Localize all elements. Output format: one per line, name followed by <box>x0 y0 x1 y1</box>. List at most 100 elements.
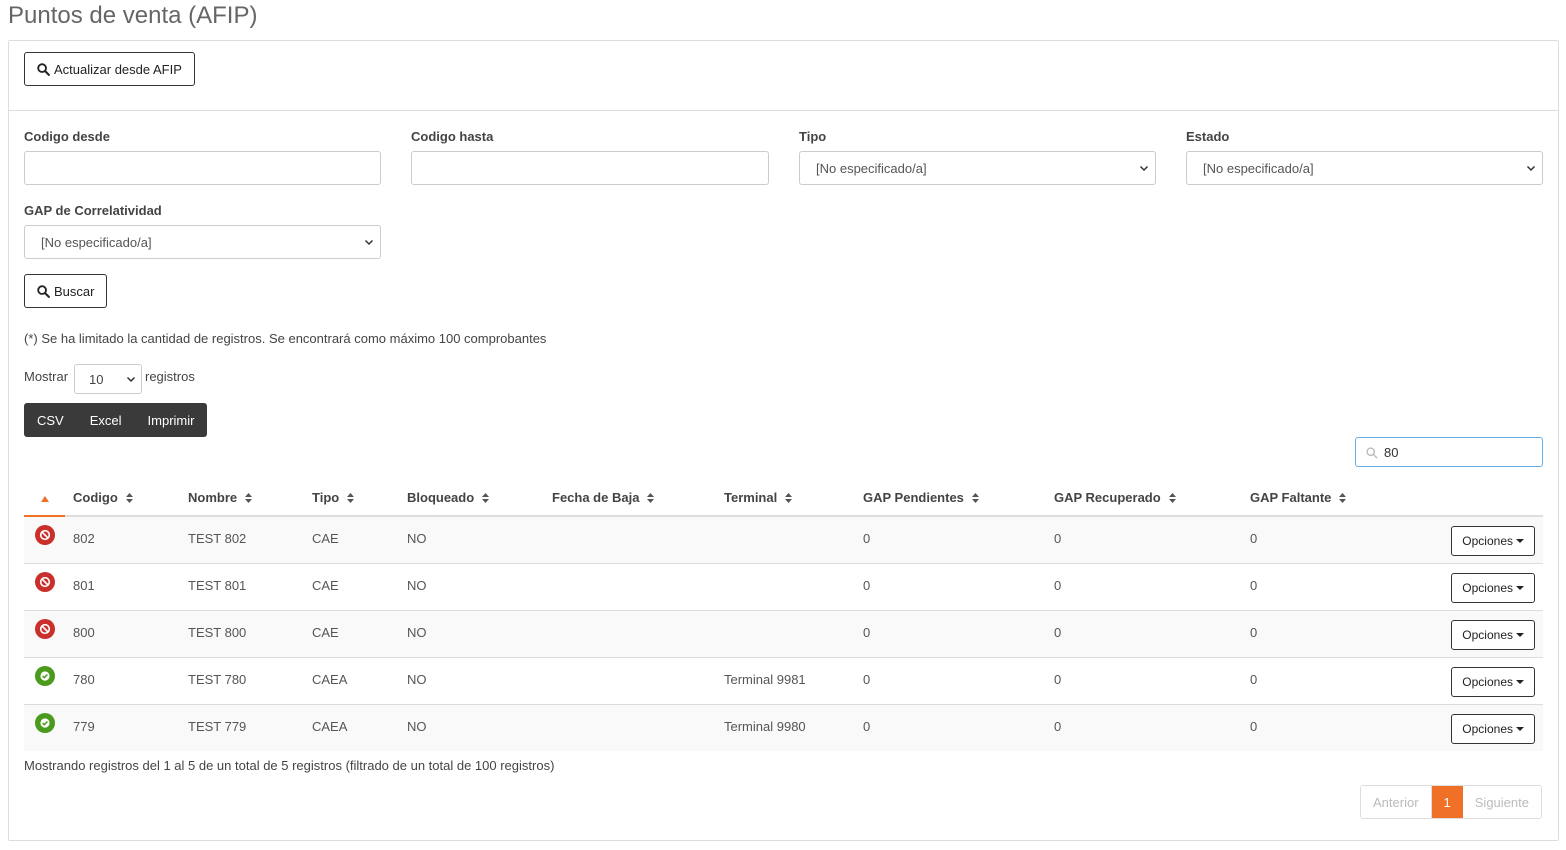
gap-select[interactable]: [No especificado/a] <box>24 225 381 259</box>
cell-terminal: Terminal 9981 <box>716 657 855 705</box>
caret-down-icon <box>1516 726 1524 731</box>
update-from-afip-button[interactable]: Actualizar desde AFIP <box>24 52 195 86</box>
table-row: 802 TEST 802 CAE NO 0 0 0 Opciones <box>24 516 1543 564</box>
pagination: Anterior 1 Siguiente <box>1360 785 1542 819</box>
cell-gap-falt: 0 <box>1242 704 1393 751</box>
sort-icon <box>647 493 655 504</box>
options-cell: Opciones <box>1393 563 1543 611</box>
options-button-label: Opciones <box>1462 580 1513 595</box>
options-button[interactable]: Opciones <box>1451 713 1535 744</box>
column-header-fecha-baja[interactable]: Fecha de Baja <box>544 479 716 517</box>
codigo-desde-input[interactable] <box>24 151 381 185</box>
cell-fecha-baja <box>544 704 716 751</box>
limit-note: (*) Se ha limitado la cantidad de regist… <box>24 331 547 346</box>
tipo-select[interactable]: [No especificado/a] <box>799 151 1156 185</box>
table-row: 801 TEST 801 CAE NO 0 0 0 Opciones <box>24 563 1543 611</box>
tipo-select-value: [No especificado/a] <box>816 160 927 176</box>
sort-icon <box>785 493 793 504</box>
estado-select[interactable]: [No especificado/a] <box>1186 151 1543 185</box>
cell-nombre: TEST 800 <box>180 610 304 658</box>
cell-fecha-baja <box>544 610 716 658</box>
cell-tipo: CAEA <box>304 704 399 751</box>
cell-codigo: 800 <box>65 610 180 658</box>
caret-down-icon <box>1516 632 1524 637</box>
pagination-page-current[interactable]: 1 <box>1431 786 1463 818</box>
search-icon <box>1366 447 1378 459</box>
cell-gap-rec: 0 <box>1046 516 1242 564</box>
cell-terminal <box>716 610 855 658</box>
options-button-label: Opciones <box>1462 627 1513 642</box>
cell-terminal: Terminal 9980 <box>716 704 855 751</box>
search-button[interactable]: Buscar <box>24 274 108 308</box>
cell-terminal <box>716 516 855 564</box>
codigo-hasta-input[interactable] <box>411 151 769 185</box>
check-circle-icon <box>34 712 55 733</box>
options-button[interactable]: Opciones <box>1451 572 1535 603</box>
column-header-options <box>1393 479 1543 517</box>
cell-codigo: 779 <box>65 704 180 751</box>
status-cell <box>24 516 65 564</box>
cell-terminal <box>716 563 855 611</box>
sort-asc-icon <box>40 495 49 502</box>
pagination-prev[interactable]: Anterior <box>1361 786 1432 818</box>
cell-tipo: CAE <box>304 516 399 564</box>
print-button[interactable]: Imprimir <box>135 403 208 437</box>
csv-button[interactable]: CSV <box>24 403 77 437</box>
cell-nombre: TEST 780 <box>180 657 304 705</box>
chevron-down-icon <box>126 376 136 383</box>
cell-codigo: 801 <box>65 563 180 611</box>
cell-bloqueado: NO <box>399 563 544 611</box>
column-header-terminal[interactable]: Terminal <box>716 479 855 517</box>
cell-gap-rec: 0 <box>1046 704 1242 751</box>
column-header-bloqueado[interactable]: Bloqueado <box>399 479 544 517</box>
cell-bloqueado: NO <box>399 516 544 564</box>
estado-select-value: [No especificado/a] <box>1203 160 1314 176</box>
cell-gap-falt: 0 <box>1242 657 1393 705</box>
options-button-label: Opciones <box>1462 721 1513 736</box>
main-panel: Actualizar desde AFIP Codigo desde Codig… <box>8 40 1559 841</box>
search-icon <box>37 62 50 76</box>
cell-gap-rec: 0 <box>1046 657 1242 705</box>
column-header-tipo[interactable]: Tipo <box>304 479 399 517</box>
points-of-sale-table: Codigo Nombre Tipo Bloqueado Fecha de Ba… <box>24 479 1543 751</box>
cell-nombre: TEST 779 <box>180 704 304 751</box>
sort-icon <box>347 493 355 504</box>
options-cell: Opciones <box>1393 610 1543 658</box>
cell-fecha-baja <box>544 516 716 564</box>
excel-button[interactable]: Excel <box>77 403 135 437</box>
options-button[interactable]: Opciones <box>1451 619 1535 650</box>
search-button-label: Buscar <box>54 283 95 299</box>
table-search-input[interactable] <box>1384 442 1534 462</box>
export-buttons: CSV Excel Imprimir <box>24 403 208 437</box>
cell-gap-rec: 0 <box>1046 610 1242 658</box>
ban-icon <box>34 524 55 545</box>
length-select[interactable]: 10 <box>74 364 142 394</box>
column-header-nombre[interactable]: Nombre <box>180 479 304 517</box>
cell-gap-pend: 0 <box>855 516 1046 564</box>
cell-gap-pend: 0 <box>855 704 1046 751</box>
pagination-next[interactable]: Siguiente <box>1462 786 1541 818</box>
length-prefix: Mostrar <box>24 369 69 384</box>
table-row: 779 TEST 779 CAEA NO Terminal 9980 0 0 0 Opcione… <box>24 704 1543 751</box>
column-header-gap-pendientes[interactable]: GAP Pendientes <box>855 479 1046 517</box>
column-header-codigo[interactable]: Codigo <box>65 479 180 517</box>
ban-icon <box>34 571 55 592</box>
panel-header: Actualizar desde AFIP <box>9 41 1558 111</box>
codigo-desde-label: Codigo desde <box>24 129 110 144</box>
caret-down-icon <box>1516 539 1524 543</box>
options-button[interactable]: Opciones <box>1451 666 1535 697</box>
update-button-label: Actualizar desde AFIP <box>54 61 182 77</box>
chevron-down-icon <box>1526 165 1536 172</box>
status-column-header[interactable] <box>24 479 65 517</box>
table-info: Mostrando registros del 1 al 5 de un tot… <box>24 758 555 773</box>
status-cell <box>24 657 65 705</box>
column-header-gap-faltante[interactable]: GAP Faltante <box>1242 479 1393 517</box>
options-button[interactable]: Opciones <box>1451 526 1535 556</box>
options-cell: Opciones <box>1393 516 1543 564</box>
status-cell <box>24 610 65 658</box>
table-row: 780 TEST 780 CAEA NO Terminal 9981 0 0 0 Opcione… <box>24 657 1543 705</box>
tipo-label: Tipo <box>799 129 827 144</box>
cell-tipo: CAE <box>304 610 399 658</box>
cell-bloqueado: NO <box>399 704 544 751</box>
column-header-gap-recuperado[interactable]: GAP Recuperado <box>1046 479 1242 517</box>
